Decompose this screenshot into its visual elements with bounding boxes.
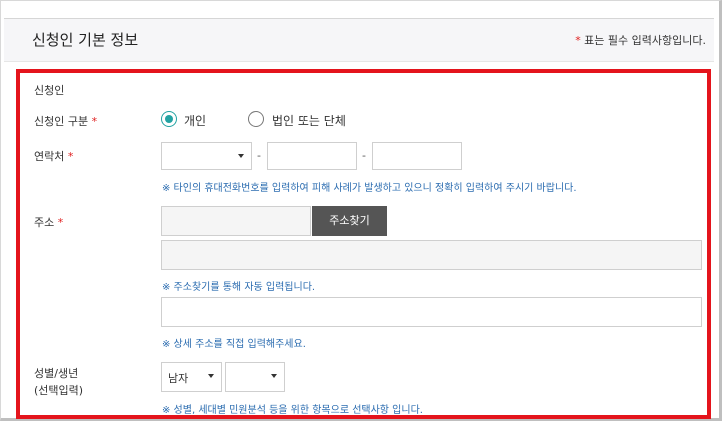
chevron-down-icon bbox=[208, 374, 214, 378]
chevron-down-icon bbox=[271, 374, 277, 378]
phone-middle-input[interactable] bbox=[267, 142, 357, 170]
phone-prefix-select[interactable] bbox=[161, 142, 252, 170]
radio-individual[interactable] bbox=[161, 111, 177, 127]
chevron-down-icon bbox=[238, 154, 244, 158]
phone-separator: - bbox=[257, 149, 261, 162]
address-detail-input[interactable] bbox=[161, 297, 702, 327]
required-note-text: 표는 필수 입력사항입니다. bbox=[580, 34, 706, 47]
birth-year-select[interactable] bbox=[225, 362, 285, 392]
contact-hint: ※ 타인의 휴대전화번호를 입력하여 피해 사례가 발생하고 있으니 정확히 입… bbox=[162, 183, 577, 194]
gender-select[interactable]: 남자 bbox=[161, 362, 222, 392]
gender-birth-optional-label: (선택입력) bbox=[34, 384, 84, 397]
zipcode-input[interactable] bbox=[161, 206, 311, 236]
address-auto-input[interactable] bbox=[161, 240, 702, 270]
phone-last-input[interactable] bbox=[372, 142, 462, 170]
gender-select-value: 남자 bbox=[168, 372, 189, 385]
radio-individual-label[interactable]: 개인 bbox=[184, 112, 206, 129]
address-detail-hint: ※ 상세 주소를 직접 입력해주세요. bbox=[162, 339, 306, 350]
radio-corporate[interactable] bbox=[248, 111, 264, 127]
address-search-button[interactable]: 주소찾기 bbox=[312, 206, 387, 236]
page-title: 신청인 기본 정보 bbox=[32, 31, 139, 49]
required-mark: * bbox=[57, 216, 64, 229]
applicant-type-label-text: 신청인 구분 bbox=[34, 115, 89, 128]
phone-separator: - bbox=[362, 149, 366, 162]
section-header: 신청인 기본 정보 * 표는 필수 입력사항입니다. bbox=[4, 18, 714, 62]
contact-label-text: 연락처 bbox=[34, 150, 65, 163]
address-label: 주소 * bbox=[34, 214, 63, 230]
address-auto-hint: ※ 주소찾기를 통해 자동 입력됩니다. bbox=[162, 282, 316, 293]
contact-label: 연락처 * bbox=[34, 148, 73, 164]
radio-corporate-label[interactable]: 법인 또는 단체 bbox=[272, 112, 346, 129]
section-title: 신청인 bbox=[34, 84, 65, 97]
gender-birth-label: 성별/생년 bbox=[34, 367, 79, 380]
address-label-text: 주소 bbox=[34, 216, 55, 229]
applicant-type-label: 신청인 구분 * bbox=[34, 113, 97, 129]
required-mark: * bbox=[67, 150, 74, 163]
required-note: * 표는 필수 입력사항입니다. bbox=[575, 32, 706, 48]
gender-birth-hint: ※ 성별, 세대별 민원분석 등을 위한 항목으로 선택사항 입니다. bbox=[162, 405, 423, 416]
required-mark: * bbox=[91, 115, 98, 128]
